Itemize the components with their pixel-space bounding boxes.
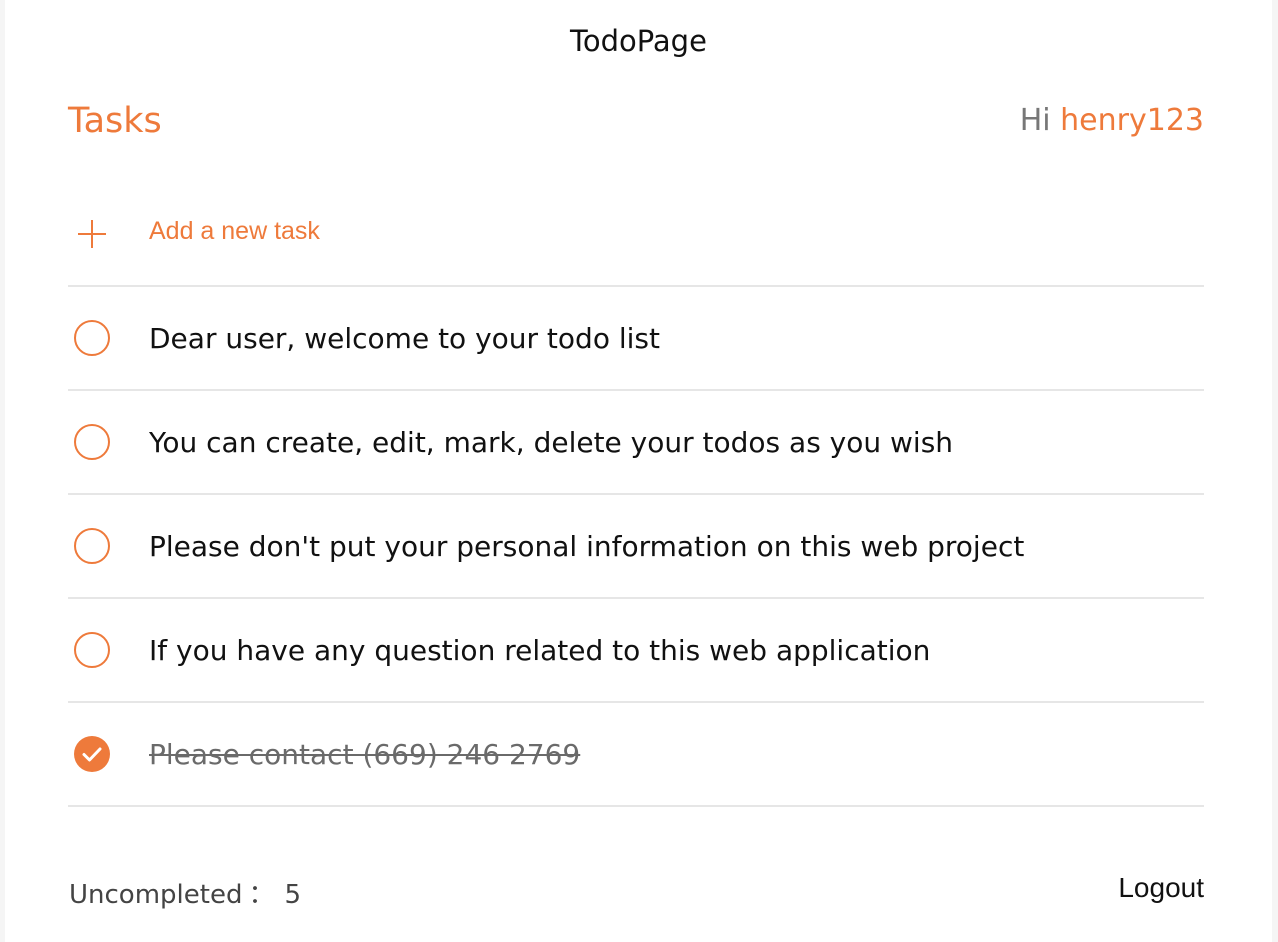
add-task-button[interactable]: Add a new task (68, 182, 1204, 287)
task-text[interactable]: You can create, edit, mark, delete your … (149, 426, 953, 459)
task-checkbox-icon[interactable] (69, 419, 115, 465)
username: henry123 (1060, 103, 1204, 138)
task-text[interactable]: Dear user, welcome to your todo list (149, 322, 660, 355)
greeting-prefix: Hi (1019, 103, 1051, 138)
logout-button[interactable]: Logout (1118, 872, 1204, 904)
task-list: Add a new task Dear user, welcome to you… (68, 182, 1204, 807)
add-task-label[interactable]: Add a new task (149, 217, 320, 246)
todo-page: TodoPage Tasks Hi henry123 Add a new tas… (5, 0, 1272, 942)
uncompleted-label: Uncompleted (69, 880, 243, 910)
uncompleted-separator: ： (248, 880, 275, 910)
app-title: TodoPage (570, 24, 707, 58)
uncompleted-counter: Uncompleted： 5 (69, 874, 301, 911)
checked-circle-icon[interactable] (69, 731, 115, 777)
plus-icon[interactable] (69, 211, 115, 257)
task-item[interactable]: You can create, edit, mark, delete your … (68, 391, 1204, 495)
task-item-completed[interactable]: Please contact (669) 246 2769 (68, 703, 1204, 807)
task-item[interactable]: If you have any question related to this… (68, 599, 1204, 703)
uncompleted-count: 5 (284, 880, 302, 910)
task-checkbox-icon[interactable] (69, 315, 115, 361)
task-text[interactable]: Please contact (669) 246 2769 (149, 738, 580, 771)
task-item[interactable]: Please don't put your personal informati… (68, 495, 1204, 599)
page-title: Tasks (68, 101, 162, 141)
user-greeting: Hi henry123 (1020, 103, 1204, 138)
task-item[interactable]: Dear user, welcome to your todo list (68, 287, 1204, 391)
task-checkbox-icon[interactable] (69, 627, 115, 673)
task-text[interactable]: If you have any question related to this… (149, 634, 930, 667)
task-text[interactable]: Please don't put your personal informati… (149, 530, 1024, 563)
task-checkbox-icon[interactable] (69, 523, 115, 569)
